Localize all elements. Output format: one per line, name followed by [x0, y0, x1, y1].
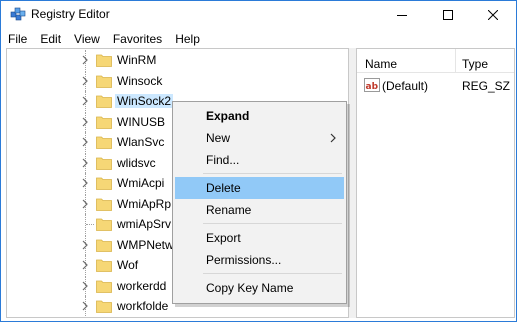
folder-icon — [96, 218, 112, 231]
tree-item-label: workfolde — [117, 299, 169, 313]
registry-editor-window: Registry Editor File Edit View Favorites… — [0, 0, 517, 322]
window-title: Registry Editor — [31, 7, 110, 21]
chevron-right-icon[interactable] — [80, 96, 90, 106]
context-menu-item-label: Delete — [206, 181, 241, 195]
context-menu-item-label: Export — [206, 231, 241, 245]
tree-item-label: WINUSB — [117, 114, 165, 129]
submenu-arrow-icon — [330, 133, 336, 143]
tree-item-label: Winsock — [117, 73, 163, 88]
context-menu-item-delete[interactable]: Delete — [175, 177, 344, 199]
context-menu-item-copy-key-name[interactable]: Copy Key Name — [175, 277, 344, 299]
tree-item-label: WmiApRp — [117, 196, 172, 211]
context-menu-separator — [203, 273, 342, 274]
tree-item-label: Wof — [117, 258, 139, 272]
value-name: (Default) — [382, 79, 429, 93]
chevron-right-icon[interactable] — [80, 178, 90, 188]
close-button[interactable] — [470, 1, 516, 28]
folder-icon — [96, 116, 112, 129]
folder-icon — [96, 157, 112, 170]
chevron-right-icon[interactable] — [80, 199, 90, 209]
menu-file[interactable]: File — [1, 29, 33, 49]
list-item[interactable]: ab (Default) REG_SZ — [357, 75, 514, 95]
folder-icon — [96, 239, 112, 252]
context-menu-item-rename[interactable]: Rename — [175, 199, 344, 221]
tree-item-label: WinSock2 — [115, 94, 174, 108]
tree-item-label: WmiAcpi — [117, 176, 165, 190]
string-value-icon: ab — [364, 78, 380, 92]
context-menu-item-find[interactable]: Find... — [175, 149, 344, 171]
context-menu-item-expand[interactable]: Expand — [175, 105, 344, 127]
tree-item-label: WinRM — [117, 53, 157, 67]
folder-icon — [96, 198, 112, 211]
chevron-right-icon[interactable] — [80, 137, 90, 147]
tree-item-label: wmiApSrv — [117, 217, 172, 231]
context-menu-item-permissions[interactable]: Permissions... — [175, 249, 344, 271]
svg-text:ab: ab — [366, 82, 379, 92]
title-bar[interactable]: Registry Editor — [1, 1, 516, 28]
menu-favorites[interactable]: Favorites — [106, 29, 168, 49]
pane-splitter[interactable] — [349, 48, 356, 318]
chevron-right-icon[interactable] — [80, 158, 90, 168]
context-menu-item-label: New — [206, 131, 231, 145]
values-list-pane[interactable]: Name Type ab (Default) REG_SZ — [356, 48, 515, 318]
tree-branch-line — [86, 224, 94, 225]
context-menu-item-export[interactable]: Export — [175, 227, 344, 249]
menu-bar: File Edit View Favorites Help — [1, 29, 516, 49]
column-header-type[interactable]: Type — [462, 57, 488, 71]
tree-item-label: WMPNetw — [117, 237, 174, 252]
tree-item-label: wlidsvc — [117, 155, 156, 170]
context-menu-item-label: Copy Key Name — [206, 281, 294, 295]
minimize-icon — [397, 14, 407, 16]
context-menu-item-label: Rename — [206, 203, 252, 217]
list-header: Name Type — [357, 49, 514, 73]
maximize-button[interactable] — [425, 1, 471, 28]
folder-icon — [96, 300, 112, 313]
context-menu-separator — [203, 173, 342, 174]
tree-item[interactable]: Winsock — [7, 70, 348, 91]
tree-item-label: workerdd — [117, 278, 167, 293]
menu-edit[interactable]: Edit — [33, 29, 67, 49]
tree-item-label: WlanSvc — [117, 135, 165, 149]
chevron-right-icon[interactable] — [80, 76, 90, 86]
value-type: REG_SZ — [462, 79, 511, 93]
context-menu-item-label: Expand — [206, 109, 250, 123]
registry-editor-app-icon — [10, 7, 26, 21]
context-menu: Expand New Find... Delete Rename Export Permis… — [172, 101, 347, 304]
folder-icon — [96, 259, 112, 272]
close-icon — [488, 9, 498, 20]
column-header-name[interactable]: Name — [365, 57, 397, 71]
folder-icon — [96, 54, 112, 67]
tree-guide-line — [85, 316, 86, 317]
maximize-icon — [443, 9, 453, 20]
chevron-right-icon[interactable] — [80, 55, 90, 65]
context-menu-item-label: Permissions... — [206, 253, 282, 267]
menu-help[interactable]: Help — [168, 29, 206, 49]
chevron-right-icon[interactable] — [80, 301, 90, 311]
tree-item[interactable]: wpcfltr — [7, 316, 348, 317]
minimize-button[interactable] — [379, 1, 425, 28]
chevron-right-icon[interactable] — [80, 281, 90, 291]
chevron-right-icon[interactable] — [80, 117, 90, 127]
context-menu-separator — [203, 223, 342, 224]
folder-icon — [96, 177, 112, 190]
column-divider[interactable] — [455, 49, 456, 73]
folder-icon — [96, 75, 112, 88]
context-menu-item-label: Find... — [206, 153, 240, 167]
chevron-right-icon[interactable] — [80, 260, 90, 270]
chevron-right-icon[interactable] — [80, 240, 90, 250]
tree-item[interactable]: WinRM — [7, 50, 348, 70]
context-menu-item-new[interactable]: New — [175, 127, 344, 149]
folder-icon — [96, 95, 112, 108]
folder-icon — [96, 280, 112, 293]
folder-icon — [96, 136, 112, 149]
menu-view[interactable]: View — [67, 29, 106, 49]
